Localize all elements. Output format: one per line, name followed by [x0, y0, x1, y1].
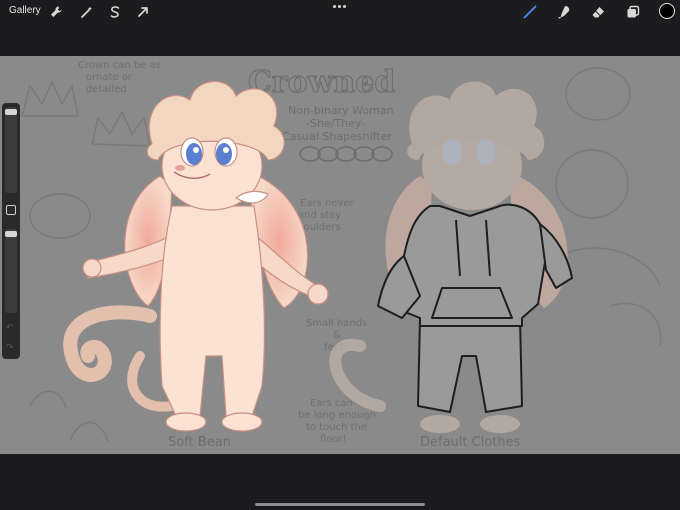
transform-arrow-icon[interactable] [136, 5, 150, 19]
note-hands-1: Small hands [306, 318, 367, 329]
note-crown-3: detailed [86, 84, 127, 95]
brush-size-slider[interactable] [5, 107, 17, 193]
caption-default-clothes: Default Clothes [420, 435, 521, 450]
drawing-canvas[interactable]: Crowned Non-binary Woman -She/They- Casu… [0, 56, 680, 454]
opacity-slider-thumb[interactable] [5, 231, 17, 237]
color-palette [299, 146, 393, 162]
layers-icon[interactable] [626, 5, 640, 19]
note-hands-2: & [333, 330, 341, 341]
home-indicator [255, 503, 425, 506]
smudge-icon[interactable] [557, 5, 571, 19]
more-options-dots-icon[interactable] [333, 2, 347, 10]
selection-icon[interactable] [108, 5, 122, 19]
top-toolbar: Gallery [0, 0, 680, 24]
gallery-button[interactable]: Gallery [9, 5, 41, 16]
note-long-ears-4: floor! [320, 434, 347, 445]
artwork-subtitle-1: Non-binary Woman [288, 104, 394, 117]
caption-soft-bean: Soft Bean [168, 435, 231, 450]
note-long-ears-1: Ears can [310, 398, 353, 409]
note-long-ears-3: to touch the [306, 422, 367, 433]
note-ears-2: and stay [298, 210, 341, 221]
square-icon[interactable] [6, 205, 16, 215]
eraser-icon[interactable] [591, 5, 605, 19]
color-swatch[interactable] [659, 3, 675, 19]
brush-icon[interactable] [523, 5, 537, 19]
wrench-icon[interactable] [49, 5, 63, 19]
artwork: Crowned Non-binary Woman -She/They- Casu… [21, 60, 662, 450]
brush-size-slider-thumb[interactable] [5, 109, 17, 115]
magic-wand-icon[interactable] [80, 5, 94, 19]
note-ears-1: Ears never [300, 198, 355, 209]
redo-arrow-icon[interactable]: ↷ [6, 343, 14, 352]
note-crown-2: ornate or [86, 72, 133, 83]
sidebar: ↶ ↷ [2, 103, 20, 359]
artwork-subtitle-2: -She/They- [306, 117, 365, 130]
note-long-ears-2: be long enough [298, 410, 376, 421]
artwork-title: Crowned [248, 65, 395, 100]
note-crown-1: Crown can be as [78, 60, 161, 71]
undo-arrow-icon[interactable]: ↶ [6, 323, 14, 332]
artwork-subtitle-3: Casual Shapeshifter [282, 130, 392, 143]
opacity-slider[interactable] [5, 229, 17, 313]
